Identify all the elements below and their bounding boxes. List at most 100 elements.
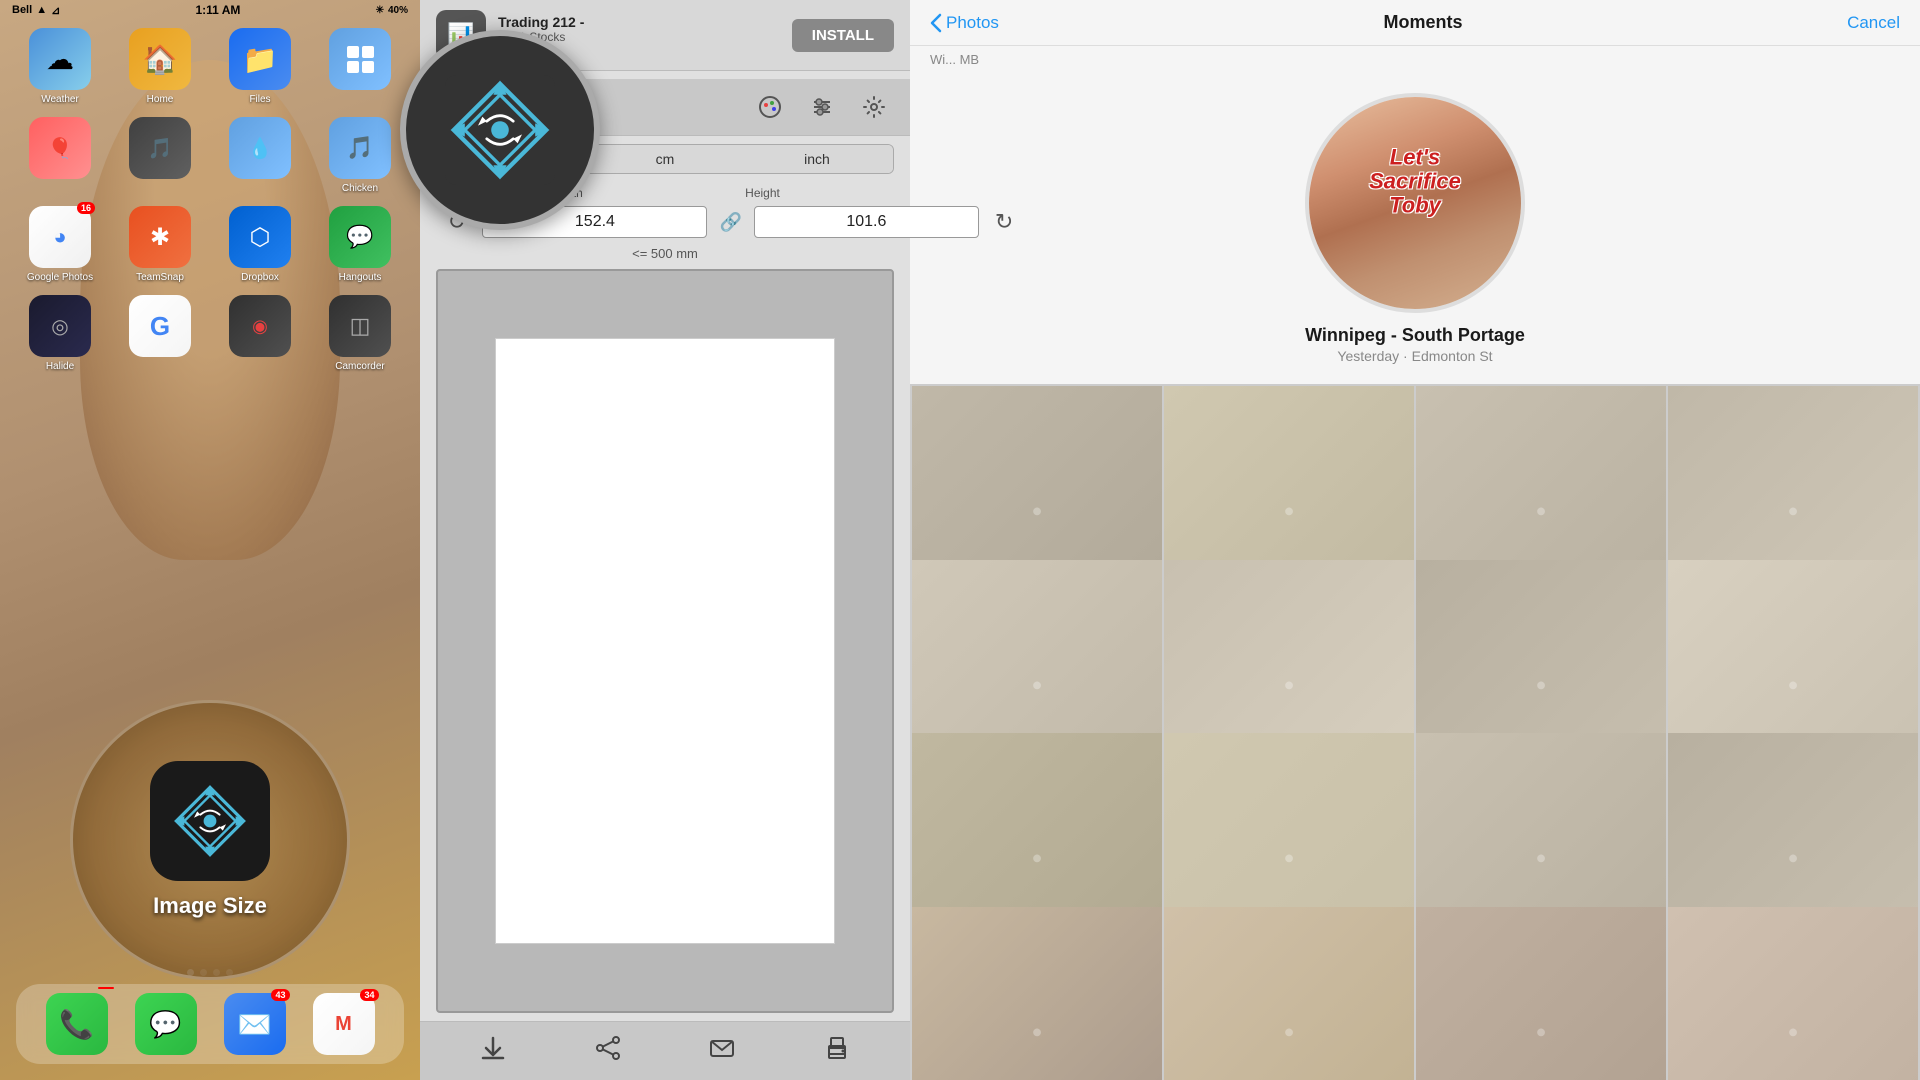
app-grid: ☁ Weather 🏠 Home 📁 Files 🎈 [16,28,404,372]
phone-badge [98,987,114,989]
water-icon-img: 💧 [229,117,291,179]
grid4-icon-img [329,28,391,90]
photos-cancel-button[interactable]: Cancel [1847,13,1900,33]
google-icon-img: G [129,295,191,357]
gphotos-icon-img: ◕ 16 [29,206,91,268]
photos-panel: Photos Moments Cancel Wi... MB Let's Sac… [910,0,1920,1080]
profile-circle: Let's Sacrifice Toby [1305,93,1525,313]
location-title: Winnipeg - South Portage [1305,325,1525,346]
app-icon-chicken[interactable]: 🎵 Chicken [316,117,404,194]
gphotos-label: Google Photos [27,272,93,283]
teamsnap-icon-img: ✱ [129,206,191,268]
photos-page-title: Moments [1384,12,1463,33]
profile-image: Let's Sacrifice Toby [1309,97,1521,309]
app-icon-weather[interactable]: ☁ Weather [16,28,104,105]
dock-phone[interactable]: 📞 [46,993,108,1055]
sticker-icon-img: 🎵 [129,117,191,179]
app-icon-circle-overlay [400,30,600,230]
halide-label: Halide [46,361,74,372]
image-size-icon [150,761,270,881]
gphotos-badge: 16 [77,202,95,214]
hearts-icon-img: 🎈 [29,117,91,179]
photo-cell-13[interactable] [912,907,1162,1080]
hangouts-label: Hangouts [339,272,382,283]
mail-icon: ✉️ [237,1008,272,1041]
hangouts-icon-img: 💬 [329,206,391,268]
install-button[interactable]: INSTALL [792,19,894,52]
canvas-white [495,338,836,945]
app-icon-grid4[interactable] [316,28,404,105]
dock-gmail[interactable]: M 34 [313,993,375,1055]
photos-back-button[interactable]: Photos [930,13,999,33]
chicken-icon-img: 🎵 [329,117,391,179]
camcorder-icon-img: ◫ [329,295,391,357]
tshirt-line3: Toby [1369,194,1461,218]
download-icon[interactable] [479,1034,507,1068]
photos-back-label: Photos [946,13,999,33]
status-right: ✳ 40% [376,5,408,16]
carrier-label: Bell [12,4,32,16]
misc-icon-img: ◉ [229,295,291,357]
share-icon[interactable] [594,1034,622,1068]
halide-icon-img: ◎ [29,295,91,357]
app-icon-misc[interactable]: ◉ [216,295,304,372]
photos-header: Photos Moments Cancel [910,0,1920,46]
status-left: Bell ▲ ⊿ [12,4,60,17]
photo-cell-16[interactable] [1668,907,1918,1080]
app-icon-teamsnap[interactable]: ✱ TeamSnap [116,206,204,283]
teamsnap-label: TeamSnap [136,272,184,283]
height-input-group [754,206,979,238]
unit-tab-cm[interactable]: cm [589,145,741,173]
app-icon-water[interactable]: 💧 [216,117,304,194]
home-label: Home [147,94,174,105]
app-icon-files[interactable]: 📁 Files [216,28,304,105]
app-icon-hangouts[interactable]: 💬 Hangouts [316,206,404,283]
email-icon[interactable] [708,1034,736,1068]
palette-icon[interactable] [754,91,786,123]
chain-link-icon[interactable]: 🔗 [719,212,741,233]
height-label: Height [665,186,860,200]
dock-mail[interactable]: ✉️ 43 [224,993,286,1055]
files-icon-img: 📁 [229,28,291,90]
app-bottom-bar [420,1021,910,1080]
phone-icon: 📞 [59,1008,94,1041]
app-icon-google[interactable]: G [116,295,204,372]
dropbox-icon-img: ⬡ [229,206,291,268]
location-sub: Yesterday · Edmonton St [1337,348,1492,364]
sliders-icon[interactable] [806,91,838,123]
app-icon-halide[interactable]: ◎ Halide [16,295,104,372]
gmail-icon: M [335,1013,352,1036]
app-icon-sticker[interactable]: 🎵 [116,117,204,194]
print-icon[interactable] [823,1034,851,1068]
messages-icon: 💬 [149,1009,181,1040]
rotate-right-button[interactable]: ↻ [991,209,1017,235]
gear-icon[interactable] [858,91,890,123]
appstore-title: Trading 212 - [498,14,780,30]
iphone-panel: Bell ▲ ⊿ 1:11 AM ✳ 40% ☁ Weather 🏠 Home … [0,0,420,1080]
app-icon-gphotos[interactable]: ◕ 16 Google Photos [16,206,104,283]
canvas-area [436,269,894,1013]
dock-messages[interactable]: 💬 [135,993,197,1055]
photo-cell-14[interactable] [1164,907,1414,1080]
app-icon-dropbox[interactable]: ⬡ Dropbox [216,206,304,283]
tshirt-line2: Sacrifice [1369,170,1461,194]
photo-grid [910,384,1920,1080]
bluetooth-icon: ✳ [376,5,384,16]
chicken-label: Chicken [342,183,378,194]
dropbox-label: Dropbox [241,272,279,283]
photo-cell-15[interactable] [1416,907,1666,1080]
height-input[interactable] [754,206,979,238]
unit-tab-inch[interactable]: inch [741,145,893,173]
app-circle-overlay[interactable]: Image Size [70,700,350,980]
profile-section: Let's Sacrifice Toby Winnipeg - South Po… [910,73,1920,384]
iphone-dock: 📞 💬 ✉️ 43 M 34 [16,984,404,1064]
mail-badge: 43 [271,989,289,1001]
app-icon-hearts[interactable]: 🎈 [16,117,104,194]
app-icon-camcorder[interactable]: ◫ Camcorder [316,295,404,372]
weather-label: Weather [41,94,79,105]
app-icon-home[interactable]: 🏠 Home [116,28,204,105]
tshirt-line1: Let's [1369,146,1461,170]
files-label: Files [249,94,270,105]
status-time: 1:11 AM [195,3,240,17]
max-note: <= 500 mm [420,246,910,261]
